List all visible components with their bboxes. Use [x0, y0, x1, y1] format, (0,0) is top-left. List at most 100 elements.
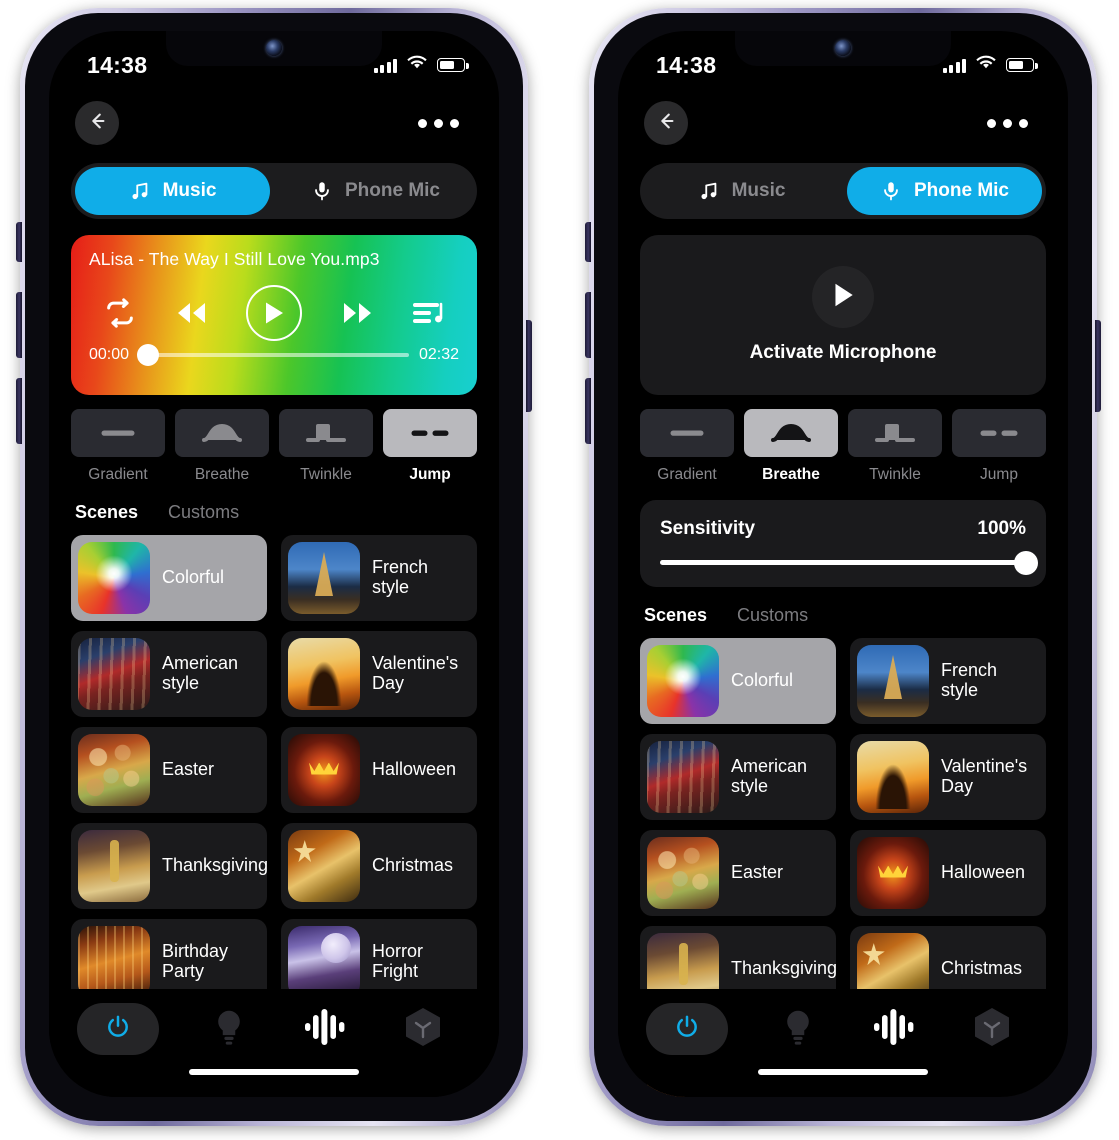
activate-microphone-button[interactable]	[812, 266, 874, 328]
scene-name: French style	[941, 660, 998, 700]
power-icon	[105, 1014, 131, 1045]
home-indicator[interactable]	[189, 1069, 359, 1075]
source-tab-music[interactable]: Music	[644, 167, 839, 215]
source-tab-phone-mic-label: Phone Mic	[344, 180, 440, 201]
mode-twinkle[interactable]: Twinkle	[279, 409, 373, 484]
progress-knob[interactable]	[137, 344, 160, 366]
sensitivity-knob[interactable]	[1014, 550, 1038, 575]
repeat-icon[interactable]	[103, 296, 137, 330]
mode-breathe[interactable]: Breathe	[744, 409, 838, 484]
scene-row[interactable]: French style	[281, 535, 477, 621]
tab-scenes[interactable]: Scenes	[75, 502, 138, 523]
music-note-icon	[698, 180, 720, 202]
playlist-icon[interactable]	[411, 298, 445, 328]
more-dot-icon	[987, 118, 996, 128]
volume-up-button[interactable]	[16, 292, 22, 358]
source-tab-music-label: Music	[162, 180, 217, 201]
mode-gradient[interactable]: Gradient	[71, 409, 165, 484]
back-button[interactable]	[75, 101, 119, 145]
scene-thumbnail	[857, 741, 929, 813]
nav-music[interactable]	[278, 1003, 375, 1055]
more-options-button[interactable]	[979, 111, 1036, 136]
tab-customs[interactable]: Customs	[168, 502, 239, 523]
scene-row[interactable]: Halloween	[281, 727, 477, 813]
more-options-button[interactable]	[410, 111, 467, 136]
app-header	[618, 89, 1068, 151]
more-dot-icon	[1003, 118, 1012, 128]
scene-name: Easter	[731, 862, 784, 883]
nav-power[interactable]	[646, 1003, 750, 1055]
play-button[interactable]	[246, 285, 302, 341]
scene-tabs: Scenes Customs	[49, 484, 499, 523]
volume-down-button[interactable]	[585, 378, 591, 444]
nav-light[interactable]	[181, 1003, 278, 1055]
gradient-line-icon	[71, 409, 165, 457]
play-icon	[830, 281, 856, 314]
sensitivity-slider[interactable]	[660, 550, 1038, 575]
silent-switch[interactable]	[16, 222, 22, 262]
scene-row[interactable]: Valentine's Day	[850, 734, 1046, 820]
breathe-wave-icon	[175, 409, 269, 457]
home-indicator[interactable]	[758, 1069, 928, 1075]
scene-name: Easter	[162, 759, 215, 780]
mode-gradient[interactable]: Gradient	[640, 409, 734, 484]
mode-jump[interactable]: Jump	[383, 409, 477, 484]
mode-twinkle[interactable]: Twinkle	[848, 409, 942, 484]
cube-icon	[971, 1005, 1013, 1054]
bulb-icon	[212, 1008, 246, 1051]
side-power-button[interactable]	[526, 320, 532, 412]
play-icon	[262, 300, 286, 326]
power-button[interactable]	[77, 1003, 159, 1055]
scene-name: Horror Fright	[372, 941, 424, 981]
scene-name: Valentine's Day	[372, 653, 459, 693]
scene-row[interactable]: Colorful	[71, 535, 267, 621]
source-tab-music-label: Music	[731, 180, 786, 201]
scene-row[interactable]: Halloween	[850, 830, 1046, 916]
side-power-button[interactable]	[1095, 320, 1101, 412]
source-tab-phone-mic[interactable]: Phone Mic	[847, 167, 1042, 215]
nav-music[interactable]	[847, 1003, 944, 1055]
status-time: 14:38	[87, 51, 148, 78]
scene-row[interactable]: Valentine's Day	[281, 631, 477, 717]
scene-name: Thanksgiving	[731, 958, 836, 979]
source-tab-phone-mic[interactable]: Phone Mic	[278, 167, 473, 215]
mode-jump[interactable]: Jump	[952, 409, 1046, 484]
scene-row[interactable]: Easter	[71, 727, 267, 813]
signal-bars-icon	[942, 58, 966, 73]
scene-thumbnail	[288, 926, 360, 998]
scene-name: Colorful	[731, 670, 794, 691]
scene-row[interactable]: Christmas	[281, 823, 477, 909]
more-dot-icon	[418, 118, 427, 128]
rewind-icon[interactable]	[172, 298, 212, 328]
silent-switch[interactable]	[585, 222, 591, 262]
elapsed-time: 00:00	[89, 346, 130, 363]
nav-power[interactable]	[77, 1003, 181, 1055]
source-tab-music[interactable]: Music	[75, 167, 270, 215]
scene-row[interactable]: French style	[850, 638, 1046, 724]
scene-row[interactable]: Easter	[640, 830, 836, 916]
scene-row[interactable]: American style	[640, 734, 836, 820]
mode-breathe[interactable]: Breathe	[175, 409, 269, 484]
scene-thumbnail	[78, 926, 150, 998]
app-header	[49, 89, 499, 151]
battery-icon	[437, 58, 469, 72]
power-button[interactable]	[646, 1003, 728, 1055]
tab-customs[interactable]: Customs	[737, 605, 808, 626]
volume-up-button[interactable]	[585, 292, 591, 358]
tab-scenes[interactable]: Scenes	[644, 605, 707, 626]
nav-scene[interactable]	[943, 1003, 1040, 1055]
scene-thumbnail	[647, 837, 719, 909]
nav-scene[interactable]	[374, 1003, 471, 1055]
scene-name: Christmas	[372, 855, 454, 876]
fast-forward-icon[interactable]	[337, 298, 377, 328]
nav-light[interactable]	[750, 1003, 847, 1055]
status-bar: 14:38	[618, 31, 1068, 89]
progress-slider[interactable]	[137, 344, 409, 366]
scene-row[interactable]: Thanksgiving	[71, 823, 267, 909]
volume-down-button[interactable]	[16, 378, 22, 444]
scene-row[interactable]: Colorful	[640, 638, 836, 724]
scene-row[interactable]: American style	[71, 631, 267, 717]
twinkle-pulse-icon	[279, 409, 373, 457]
bottom-nav	[618, 989, 1068, 1097]
back-button[interactable]	[644, 101, 688, 145]
